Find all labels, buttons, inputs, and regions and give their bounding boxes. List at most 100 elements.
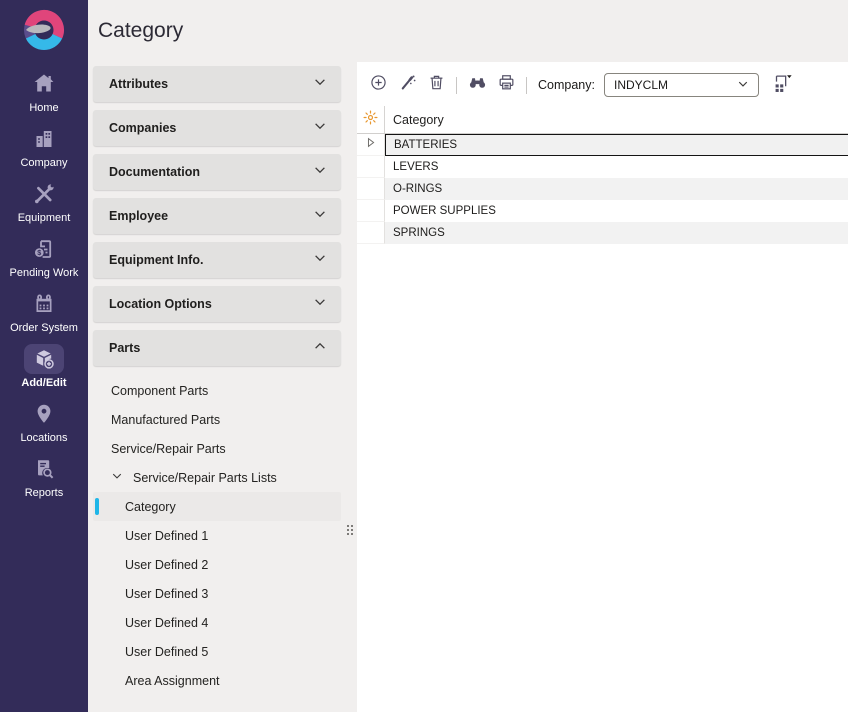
section-label: Parts (109, 341, 140, 355)
edit-button[interactable] (396, 74, 418, 96)
delete-button[interactable] (425, 74, 447, 96)
page-title: Category (98, 19, 183, 43)
layout-options-button[interactable] (769, 74, 795, 96)
print-button[interactable] (495, 74, 517, 96)
parts-item-label: User Defined 4 (125, 616, 208, 630)
app-logo-icon[interactable] (22, 8, 66, 52)
grid-row-power-supplies[interactable]: POWER SUPPLIES (357, 200, 848, 222)
company-dropdown[interactable]: INDYCLM (604, 73, 759, 97)
toolbar: Company: INDYCLM (357, 72, 848, 98)
parts-item-label: User Defined 1 (125, 529, 208, 543)
chevron-up-icon (313, 339, 327, 358)
section-employee[interactable]: Employee (93, 198, 341, 234)
parts-item-component-parts[interactable]: Component Parts (93, 376, 341, 405)
grid-row-batteries[interactable]: BATTERIES (357, 134, 848, 156)
category-grid: Category BATTERIESLEVERSO-RINGSPOWER SUP… (357, 106, 848, 244)
parts-item-label: Category (125, 500, 176, 514)
pending-work-icon: $ (24, 234, 64, 264)
order-system-icon (24, 289, 64, 319)
printer-icon (497, 73, 516, 97)
chevron-down-icon (737, 78, 749, 93)
parts-item-category[interactable]: Category (93, 492, 341, 521)
add-edit-icon (24, 344, 64, 374)
sidebar-item-add-edit[interactable]: Add/Edit (10, 339, 79, 394)
sidebar: Home Company Equipment $Pending Work Order S… (0, 0, 88, 712)
parts-item-area-assignment[interactable]: Area Assignment (93, 666, 341, 695)
section-label: Attributes (109, 77, 168, 91)
page-header: Category (88, 0, 848, 62)
company-label: Company: (538, 78, 595, 92)
sidebar-item-label: Locations (20, 432, 67, 444)
grid-row-o-rings[interactable]: O-RINGS (357, 178, 848, 200)
column-header-category[interactable]: Category (385, 106, 848, 133)
panel-resize-handle[interactable] (344, 522, 356, 538)
sidebar-item-company[interactable]: Company (10, 119, 79, 174)
row-indicator-cell (357, 178, 385, 200)
parts-item-service-repair-parts[interactable]: Service/Repair Parts (93, 434, 341, 463)
grid-row-levers[interactable]: LEVERS (357, 156, 848, 178)
chevron-down-icon (313, 119, 327, 138)
add-button[interactable] (367, 74, 389, 96)
parts-item-user-defined-1[interactable]: User Defined 1 (93, 521, 341, 550)
sidebar-item-order-system[interactable]: Order System (10, 284, 79, 339)
section-label: Employee (109, 209, 168, 223)
chevron-down-icon (313, 251, 327, 270)
parts-item-label: Area Assignment (125, 674, 220, 688)
row-pointer-icon (364, 136, 377, 154)
chevron-down-icon (313, 75, 327, 94)
add-circle-icon (369, 73, 388, 97)
section-attributes[interactable]: Attributes (93, 66, 341, 102)
parts-item-user-defined-5[interactable]: User Defined 5 (93, 637, 341, 666)
section-equipment-info[interactable]: Equipment Info. (93, 242, 341, 278)
layout-options-icon (771, 72, 793, 99)
chevron-down-icon (111, 470, 123, 485)
accordion-list: Attributes Companies Documentation Employee… (93, 66, 341, 366)
company-dropdown-value: INDYCLM (614, 78, 668, 92)
section-documentation[interactable]: Documentation (93, 154, 341, 190)
sidebar-item-home[interactable]: Home (10, 64, 79, 119)
category-cell: LEVERS (385, 156, 848, 178)
category-cell: POWER SUPPLIES (385, 200, 848, 222)
category-cell: O-RINGS (385, 178, 848, 200)
binoculars-icon (468, 73, 487, 97)
category-cell: BATTERIES (385, 134, 848, 156)
section-location-options[interactable]: Location Options (93, 286, 341, 322)
sidebar-item-label: Equipment (18, 212, 71, 224)
home-icon (24, 69, 64, 99)
sidebar-item-label: Order System (10, 322, 78, 334)
sidebar-item-reports[interactable]: Reports (10, 449, 79, 504)
parts-item-manufactured-parts[interactable]: Manufactured Parts (93, 405, 341, 434)
section-companies[interactable]: Companies (93, 110, 341, 146)
sidebar-item-label: Add/Edit (21, 377, 66, 389)
parts-item-label: Component Parts (111, 384, 208, 398)
app-window: Home Company Equipment $Pending Work Order S… (0, 0, 848, 712)
row-indicator-cell (357, 134, 385, 156)
section-label: Companies (109, 121, 176, 135)
reports-icon (24, 454, 64, 484)
grid-row-springs[interactable]: SPRINGS (357, 222, 848, 244)
sidebar-item-equipment[interactable]: Equipment (10, 174, 79, 229)
section-parts[interactable]: Parts (93, 330, 341, 366)
nav-panel: Attributes Companies Documentation Employee… (88, 62, 357, 712)
grid-corner-cell[interactable] (357, 106, 385, 133)
parts-item-label: Service/Repair Parts (111, 442, 226, 456)
row-indicator-cell (357, 222, 385, 244)
parts-item-user-defined-2[interactable]: User Defined 2 (93, 550, 341, 579)
parts-item-user-defined-3[interactable]: User Defined 3 (93, 579, 341, 608)
edit-wand-icon (398, 73, 417, 97)
parts-item-label: Service/Repair Parts Lists (133, 471, 277, 485)
parts-item-user-defined-4[interactable]: User Defined 4 (93, 608, 341, 637)
sidebar-item-locations[interactable]: Locations (10, 394, 79, 449)
svg-text:$: $ (37, 248, 41, 257)
sidebar-item-label: Home (29, 102, 58, 114)
toolbar-buttons (367, 74, 517, 96)
row-indicator-cell (357, 156, 385, 178)
parts-item-service-repair-parts-lists[interactable]: Service/Repair Parts Lists (93, 463, 341, 492)
grid-rows: BATTERIESLEVERSO-RINGSPOWER SUPPLIESSPRI… (357, 134, 848, 244)
trash-icon (427, 73, 446, 97)
find-button[interactable] (466, 74, 488, 96)
parts-item-label: Manufactured Parts (111, 413, 220, 427)
sidebar-item-pending-work[interactable]: $Pending Work (10, 229, 79, 284)
chevron-down-icon (313, 163, 327, 182)
locations-icon (24, 399, 64, 429)
